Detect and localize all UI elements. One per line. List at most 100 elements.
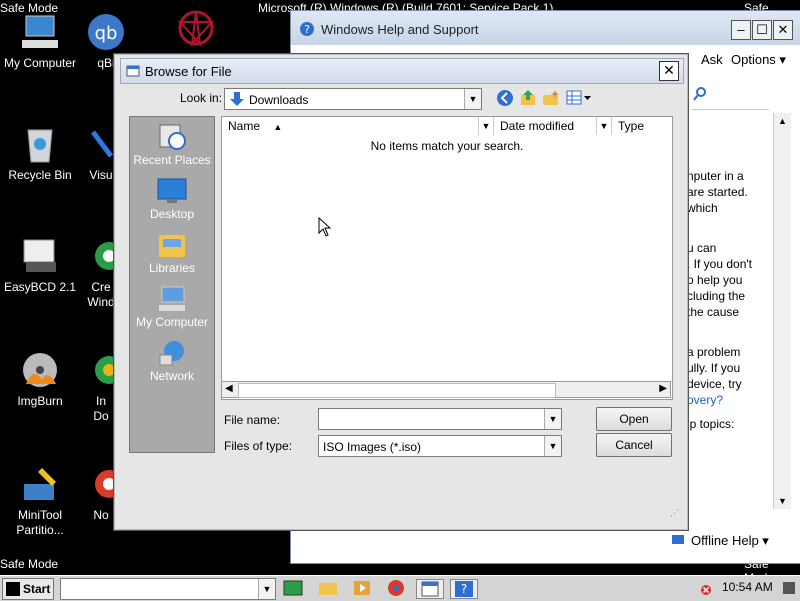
help-line: o help you xyxy=(687,273,743,287)
chevron-down-icon[interactable]: ▼ xyxy=(544,436,561,456)
column-header-label: Date modified xyxy=(500,119,575,133)
start-label: Start xyxy=(23,582,51,596)
desktop-icon-label: EasyBCD 2.1 xyxy=(3,280,77,294)
visual-studio-icon xyxy=(89,124,113,164)
network-error-icon[interactable] xyxy=(700,584,712,596)
dialog-window-icon xyxy=(126,64,140,78)
clock: 10:54 AM xyxy=(722,580,773,594)
place-desktop[interactable]: Desktop xyxy=(130,177,214,221)
dialog-title-bar[interactable]: Browse for File ✕ xyxy=(120,58,684,84)
media-player-icon[interactable] xyxy=(352,579,372,597)
chevron-down-icon[interactable]: ▼ xyxy=(258,579,275,599)
place-my-computer[interactable]: My Computer xyxy=(130,285,214,329)
help-link[interactable]: overy? xyxy=(687,392,723,408)
desktop-icon-minitool[interactable]: MiniTool Partitio... xyxy=(0,464,82,538)
show-desktop-icon[interactable] xyxy=(283,579,303,597)
offline-help-label: Offline Help xyxy=(691,533,759,548)
desktop-icon-my-computer[interactable]: My Computer xyxy=(0,12,82,71)
file-name-label: File name: xyxy=(224,413,281,427)
start-button[interactable]: Start xyxy=(2,578,54,600)
file-name-input[interactable]: ▼ xyxy=(318,408,562,430)
browse-dialog[interactable]: Browse for File ✕ Look in: Downloads ▼ R… xyxy=(113,53,689,531)
menu-ask[interactable]: Ask xyxy=(701,52,723,67)
chrome-icon[interactable] xyxy=(386,579,406,597)
help-title-bar[interactable]: ? Windows Help and Support – ☐ ✕ xyxy=(291,11,800,45)
help-line: which xyxy=(687,201,718,215)
view-menu-icon[interactable] xyxy=(566,89,592,107)
maximize-button[interactable]: ☐ xyxy=(752,20,772,40)
offline-help-button[interactable]: Offline Help ▾ xyxy=(671,533,769,549)
place-label: Recent Places xyxy=(133,153,211,167)
place-libraries[interactable]: Libraries xyxy=(130,231,214,275)
resize-grip-icon[interactable]: ⋰ xyxy=(670,508,679,519)
minimize-button[interactable]: – xyxy=(731,20,751,40)
computer-icon xyxy=(20,12,60,52)
taskbar-help-button[interactable]: ? xyxy=(450,579,478,599)
search-icon[interactable] xyxy=(693,87,707,101)
desktop-icon-recycle-bin[interactable]: Recycle Bin xyxy=(0,124,82,183)
cancel-button[interactable]: Cancel xyxy=(596,433,672,457)
place-recent-places[interactable]: Recent Places xyxy=(130,123,214,167)
chrome-icon xyxy=(89,464,123,504)
recycle-bin-icon xyxy=(20,124,60,164)
horizontal-scrollbar[interactable]: ◀ ▶ xyxy=(221,381,671,398)
desktop-icon-easybcd[interactable]: EasyBCD 2.1 xyxy=(0,236,82,295)
disc-flame-icon xyxy=(20,350,60,390)
chevron-down-icon[interactable]: ▼ xyxy=(544,409,561,429)
minitool-icon xyxy=(20,464,60,504)
place-label: Network xyxy=(149,369,194,383)
help-line: the cause xyxy=(687,305,740,319)
place-network[interactable]: Network xyxy=(130,339,214,383)
new-folder-icon[interactable] xyxy=(542,89,560,107)
taskbar: Start ▼ ? 10:54 AM xyxy=(0,575,800,601)
file-list[interactable]: Name ▲ ▼ Date modified ▼ Type No items m… xyxy=(221,116,673,400)
svg-text:qb: qb xyxy=(95,23,118,44)
chevron-down-icon[interactable]: ▼ xyxy=(464,89,481,109)
taskbar-address-input[interactable]: ▼ xyxy=(60,578,276,600)
places-bar: Recent Places Desktop Libraries My Compu… xyxy=(129,116,215,453)
app-icon xyxy=(89,350,123,390)
help-line: cluding the xyxy=(687,289,746,303)
taskbar-explorer-button[interactable] xyxy=(416,579,444,599)
place-label: Desktop xyxy=(149,207,195,221)
files-of-type-dropdown[interactable]: ISO Images (*.iso) ▼ xyxy=(318,435,562,457)
files-of-type-label: Files of type: xyxy=(224,439,293,453)
scroll-right-icon[interactable]: ▶ xyxy=(659,383,667,394)
help-scrollbar[interactable]: ▲ ▼ xyxy=(773,113,791,509)
chevron-down-icon[interactable]: ▼ xyxy=(478,117,493,135)
column-header-label: Type xyxy=(618,119,645,133)
qbittorrent-icon: qb xyxy=(86,12,126,52)
close-button[interactable]: ✕ xyxy=(773,20,793,40)
back-icon[interactable] xyxy=(496,89,514,107)
scroll-thumb[interactable] xyxy=(238,383,556,398)
help-line: a problem xyxy=(687,345,741,359)
up-folder-icon[interactable] xyxy=(519,89,537,107)
desktop-icon xyxy=(157,177,187,205)
open-button[interactable]: Open xyxy=(596,407,672,431)
menu-options-label: Options xyxy=(731,52,776,67)
easybcd-icon xyxy=(20,236,60,276)
help-line: device, try xyxy=(687,377,742,391)
chevron-down-icon[interactable]: ▼ xyxy=(596,117,611,135)
dialog-close-button[interactable]: ✕ xyxy=(659,61,679,81)
place-label: Libraries xyxy=(148,261,196,275)
red-emblem-icon[interactable] xyxy=(176,8,216,48)
folder-icon[interactable] xyxy=(318,579,338,597)
scroll-left-icon[interactable]: ◀ xyxy=(225,383,233,394)
column-header-name[interactable]: Name ▲ ▼ xyxy=(222,117,494,135)
look-in-label: Look in: xyxy=(180,91,223,105)
desktop-icon-label: My Computer xyxy=(3,56,77,70)
sort-ascending-icon: ▲ xyxy=(273,122,283,132)
menu-options[interactable]: Options ▾ xyxy=(731,52,786,68)
help-line: u can xyxy=(687,241,717,255)
look-in-dropdown[interactable]: Downloads ▼ xyxy=(224,88,482,110)
column-header-date[interactable]: Date modified ▼ xyxy=(494,117,612,135)
svg-text:?: ? xyxy=(461,582,467,596)
show-desktop-corner-icon[interactable] xyxy=(782,580,796,596)
column-header-type[interactable]: Type xyxy=(612,117,672,135)
place-label: My Computer xyxy=(135,315,209,329)
help-line: nputer in a xyxy=(687,169,744,183)
files-of-type-value: ISO Images (*.iso) xyxy=(323,440,422,454)
desktop-icon-imgburn[interactable]: ImgBurn xyxy=(0,350,82,409)
start-icon xyxy=(6,582,20,596)
